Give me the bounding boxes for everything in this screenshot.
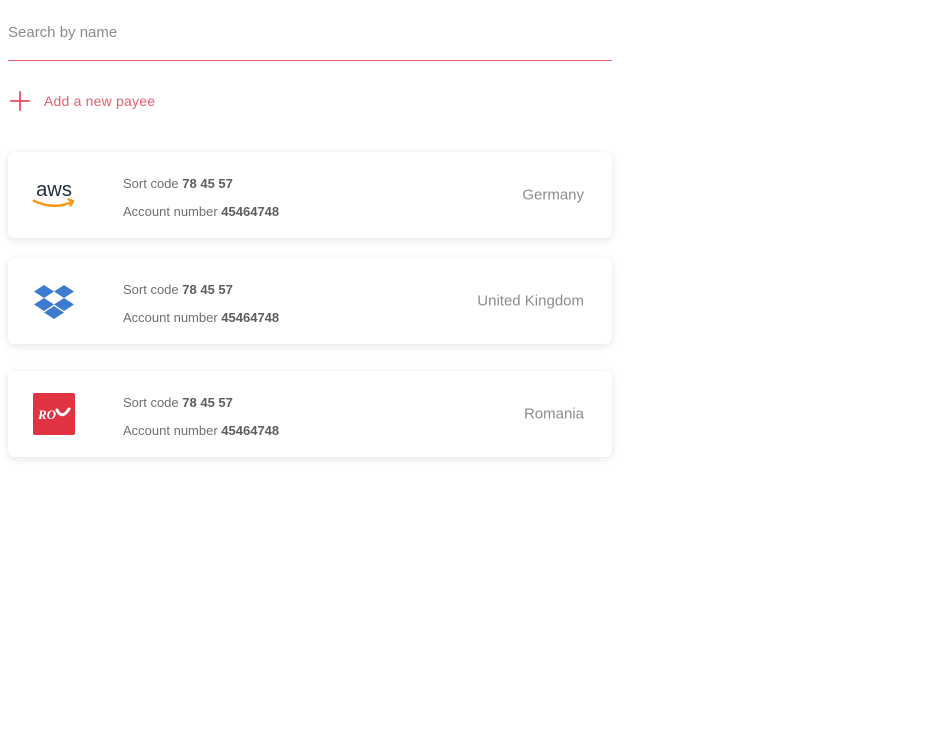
account-number-line: Account number 45464748: [123, 310, 280, 325]
account-number-line: Account number 45464748: [123, 423, 280, 438]
sort-code-line: Sort code 78 45 57: [123, 395, 233, 410]
account-number-line: Account number 45464748: [123, 204, 280, 219]
payee-details: Sort code 78 45 57 Account number 454647…: [123, 170, 279, 226]
sort-code-value: 78 45 57: [182, 282, 233, 297]
payee-card[interactable]: RO Sort code 78 45 57 Account number 454…: [8, 371, 612, 457]
payee-card[interactable]: aws Sort code 78 45 57 Account number 45…: [8, 152, 612, 238]
payee-details: Sort code 78 45 57 Account number 454647…: [123, 389, 279, 445]
svg-text:aws: aws: [36, 179, 72, 201]
payee-country: United Kingdom: [477, 292, 584, 310]
sort-code-value: 78 45 57: [182, 176, 233, 191]
account-number-value: 45464748: [221, 423, 280, 438]
add-payee-label: Add a new payee: [44, 93, 156, 109]
account-number-value: 45464748: [221, 204, 280, 219]
sort-code-line: Sort code 78 45 57: [123, 176, 233, 191]
add-payee-button[interactable]: Add a new payee: [10, 88, 155, 114]
sort-code-line: Sort code 78 45 57: [123, 282, 233, 297]
svg-text:RO: RO: [37, 407, 57, 422]
dropbox-logo: [30, 279, 78, 323]
plus-icon: [10, 91, 30, 111]
search-field: [8, 14, 612, 61]
sort-code-value: 78 45 57: [182, 395, 233, 410]
payee-card[interactable]: Sort code 78 45 57 Account number 454647…: [8, 258, 612, 344]
search-input[interactable]: [8, 14, 612, 50]
account-number-value: 45464748: [221, 310, 280, 325]
aws-logo: aws: [30, 173, 78, 217]
posta-romana-logo: RO: [30, 392, 78, 436]
payee-details: Sort code 78 45 57 Account number 454647…: [123, 276, 279, 332]
payee-country: Romania: [523, 405, 584, 423]
payee-country: Germany: [522, 186, 584, 204]
